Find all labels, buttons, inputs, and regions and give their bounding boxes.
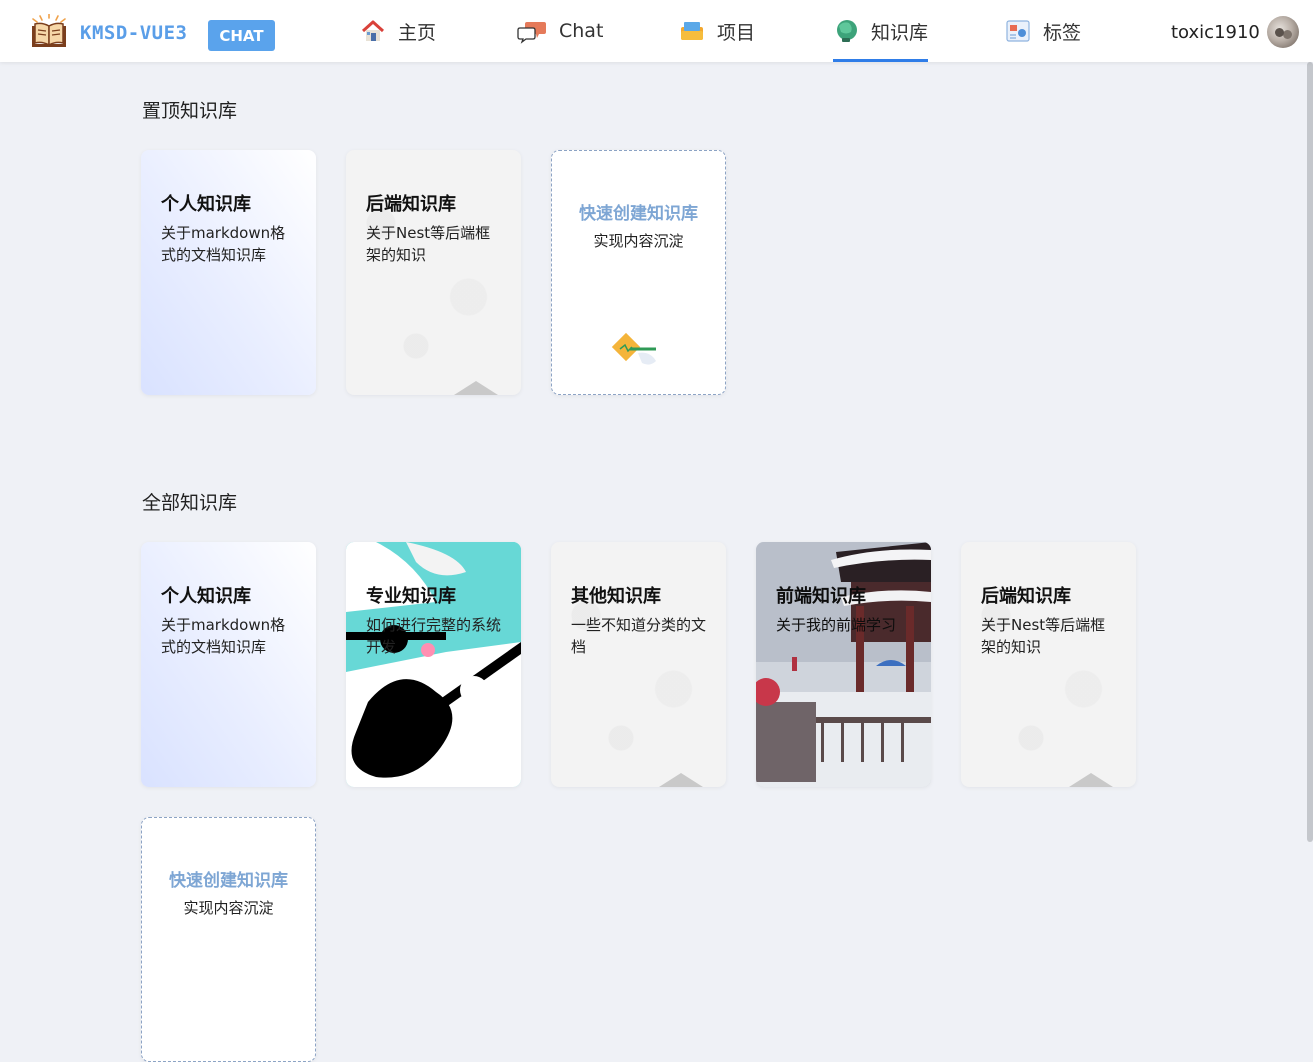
card-desc: 关于markdown格式的文档知识库 [161,224,286,264]
knowledge-icon [837,20,857,42]
nav-tags[interactable]: 标签 [1005,0,1081,62]
card-title: 个人知识库 [161,586,251,607]
card-desc: 关于markdown格式的文档知识库 [161,616,286,656]
card-title: 后端知识库 [981,586,1071,607]
tag-icon [1006,20,1030,42]
nav-project[interactable]: 项目 [679,0,755,62]
card-desc: 关于Nest等后端框架的知识 [366,224,491,264]
create-title: 快速创建知识库 [579,204,698,224]
pinned-card-backend[interactable]: 后端知识库 关于Nest等后端框架的知识 [346,150,521,395]
card-backend[interactable]: 后端知识库 关于Nest等后端框架的知识 [961,542,1136,787]
all-section-title: 全部知识库 [142,492,238,514]
guitar-illustration-icon [346,542,521,787]
card-title: 个人知识库 [161,194,251,215]
book-logo-icon[interactable] [30,14,68,50]
top-navbar: KMSD-VUE3 CHAT 主页 Chat 项目 知识库 标签 toxic19… [0,0,1313,62]
brand-name[interactable]: KMSD-VUE3 [80,22,187,44]
card-desc: 如何进行完整的系统开发 [366,616,502,656]
pinned-card-personal[interactable]: 个人知识库 关于markdown格式的文档知识库 [141,150,316,395]
page-scrollbar[interactable] [1307,62,1313,842]
project-icon [681,22,703,40]
snow-pavilion-image [756,542,931,787]
pinned-section-title: 置顶知识库 [142,100,238,122]
chat-badge: CHAT [208,20,275,51]
card-frontend[interactable]: 前端知识库 关于我的前端学习 [756,542,931,787]
nav-knowledge[interactable]: 知识库 [833,0,929,62]
card-personal[interactable]: 个人知识库 关于markdown格式的文档知识库 [141,542,316,787]
card-desc: 关于我的前端学习 [776,616,897,634]
card-other[interactable]: 其他知识库 一些不知道分类的文档 [551,542,726,787]
nav-home[interactable]: 主页 [360,0,436,62]
card-title: 其他知识库 [571,586,661,607]
username[interactable]: toxic1910 [1171,22,1260,43]
nav-tags-label: 标签 [1043,21,1082,44]
nav-chat[interactable]: Chat [517,0,603,62]
card-title: 前端知识库 [776,586,866,607]
card-desc: 一些不知道分类的文档 [571,616,707,656]
nav-home-label: 主页 [398,21,437,44]
create-desc: 实现内容沉淀 [593,232,684,250]
nav-knowledge-label: 知识库 [871,21,929,44]
nav-project-label: 项目 [717,21,756,44]
create-illustration-icon [611,332,656,365]
card-title: 专业知识库 [366,586,456,607]
create-title: 快速创建知识库 [169,871,288,891]
chat-icon [517,22,546,44]
home-icon [361,20,385,41]
card-professional[interactable]: 专业知识库 如何进行完整的系统开发 [346,542,521,787]
card-desc: 关于Nest等后端框架的知识 [981,616,1106,656]
create-card[interactable]: 快速创建知识库 实现内容沉淀 [141,817,316,1062]
create-desc: 实现内容沉淀 [183,899,274,917]
nav-chat-label: Chat [559,20,604,42]
card-title: 后端知识库 [366,194,456,215]
avatar[interactable] [1267,16,1299,48]
pinned-create-card[interactable]: 快速创建知识库 实现内容沉淀 [551,150,726,395]
